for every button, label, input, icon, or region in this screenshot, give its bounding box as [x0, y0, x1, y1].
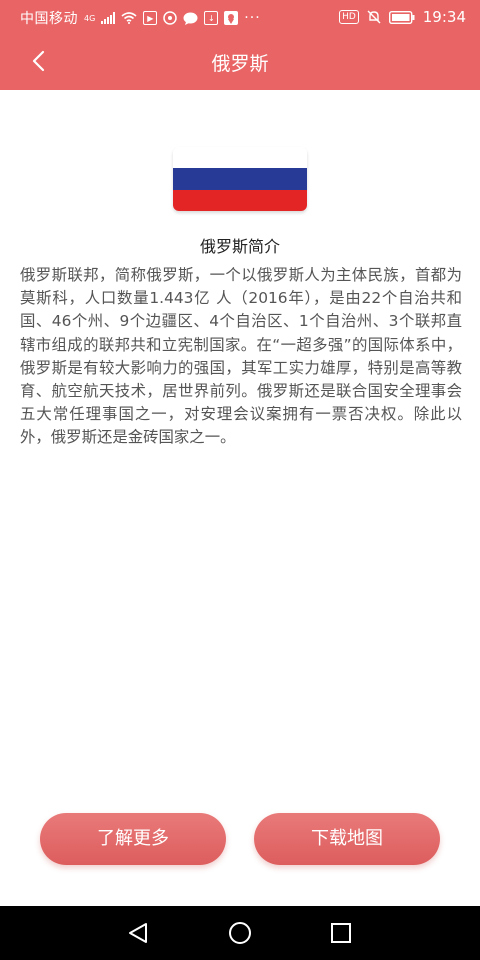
flag-stripe-red: [173, 189, 307, 211]
nav-recent-apps-button[interactable]: [326, 918, 356, 948]
clock: 19:34: [422, 8, 466, 26]
status-bar-right: HD 19:34: [339, 8, 466, 26]
square-recents-icon: [331, 923, 351, 943]
mute-bell-icon: [367, 10, 381, 24]
app-header: 俄罗斯: [0, 34, 480, 90]
hd-badge: HD: [339, 10, 359, 24]
location-pin-icon: [224, 10, 239, 26]
country-flag-image: [173, 147, 307, 211]
hd-label: HD: [339, 10, 359, 24]
system-navigation-bar: [0, 906, 480, 960]
app-notification-icon: ▶: [143, 11, 158, 25]
wifi-icon: [121, 12, 137, 24]
flag-stripe-white: [173, 147, 307, 169]
nav-back-button[interactable]: [124, 918, 154, 948]
flag-stripe-blue: [173, 168, 307, 190]
download-map-button[interactable]: 下载地图: [254, 813, 440, 865]
more-notifications: ···: [244, 10, 261, 26]
browser-icon: [163, 11, 178, 25]
intro-heading: 俄罗斯简介: [199, 237, 280, 256]
triangle-back-icon: [129, 923, 147, 943]
download-icon: ↓: [204, 11, 219, 25]
page-title: 俄罗斯: [211, 53, 269, 75]
nav-home-button[interactable]: [225, 918, 255, 948]
signal-icon: [101, 12, 116, 24]
battery-icon: [388, 10, 415, 24]
network-type: 4G: [84, 13, 96, 23]
circle-home-icon: [229, 922, 251, 944]
learn-more-button[interactable]: 了解更多: [40, 813, 226, 865]
carrier-name: 中国移动: [20, 11, 78, 27]
status-bar: 中国移动 4G ▶ ↓ ··· HD 19:34: [0, 0, 480, 34]
chat-icon: [183, 12, 198, 25]
status-bar-left: 中国移动 4G ▶ ↓ ···: [20, 8, 261, 28]
intro-paragraph: 俄罗斯联邦，简称俄罗斯，一个以俄罗斯人为主体民族，首都为莫斯科，人口数量1.44…: [20, 266, 462, 447]
